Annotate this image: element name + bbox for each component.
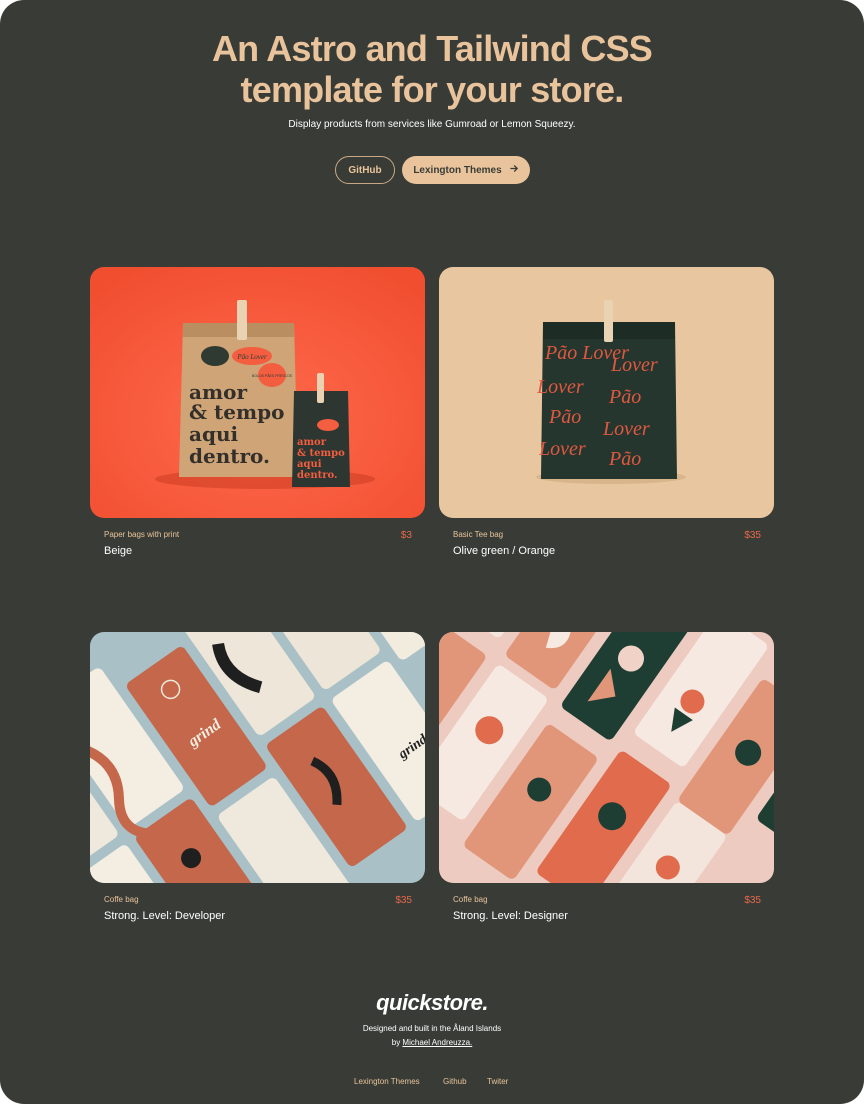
svg-text:Pão: Pão (608, 448, 641, 470)
paper-bag-logo-text: Pão Lover (236, 353, 267, 361)
product-name[interactable]: Strong. Level: Developer (104, 910, 225, 922)
paper-bag-stamp-text: BOLOS PÃES FRESCOS (252, 373, 293, 378)
hero-title: An Astro and Tailwind CSS template for y… (0, 28, 864, 110)
product-category: Paper bags with print (104, 530, 180, 539)
product-name[interactable]: Strong. Level: Designer (453, 910, 568, 922)
coffee-bags-designer-illustration (439, 632, 774, 883)
svg-text:& tempo: & tempo (297, 448, 345, 459)
svg-text:Pão: Pão (548, 406, 581, 428)
hero-title-line2: template for your store. (240, 69, 625, 110)
page-frame: An Astro and Tailwind CSS template for y… (0, 0, 864, 1104)
footer-link-twitter[interactable]: Twiter (487, 1077, 508, 1086)
paper-bag-line2: & tempo (189, 400, 284, 424)
product-name[interactable]: Olive green / Orange (453, 545, 555, 557)
footer-credit-line: Designed and built in the Åland Islands (362, 1024, 502, 1033)
hero-subtitle: Display products from services like Gumr… (288, 119, 576, 130)
svg-text:Lover: Lover (538, 438, 586, 460)
footer-link-github[interactable]: Github (443, 1077, 467, 1086)
svg-text:dentro.: dentro. (297, 470, 338, 481)
product-name[interactable]: Beige (104, 545, 132, 557)
footer-link-lexington-themes[interactable]: Lexington Themes (354, 1077, 420, 1086)
footer-logo[interactable]: quickstore. (0, 990, 864, 1016)
arrow-right-icon (509, 164, 519, 176)
paper-bag-line4: dentro. (189, 444, 270, 468)
author-link[interactable]: Michael Andreuzza. (402, 1038, 472, 1047)
github-button-label: GitHub (348, 164, 382, 176)
product-image-coffee-developer[interactable]: grind grind (90, 632, 425, 883)
product-price: $35 (744, 895, 761, 906)
svg-text:Lover: Lover (536, 376, 584, 398)
product-price: $3 (400, 530, 412, 541)
product-price: $35 (395, 895, 412, 906)
coffee-bags-developer-illustration: grind grind (90, 632, 425, 883)
svg-text:Lover: Lover (602, 418, 650, 440)
github-button[interactable]: GitHub (335, 156, 395, 184)
product-image-coffee-designer[interactable] (439, 632, 774, 883)
footer-by-text: by (391, 1038, 403, 1047)
lexington-themes-button-label: Lexington Themes (413, 164, 502, 176)
footer-author-line: by Michael Andreuzza. (0, 1038, 864, 1047)
product-price: $35 (744, 530, 761, 541)
svg-text:amor: amor (297, 437, 327, 448)
product-image-tee-bag[interactable]: Pão Lover Lover Lover Pão Pão Lover Love… (439, 267, 774, 518)
product-category: Coffe bag (453, 895, 488, 904)
hero-title-line1: An Astro and Tailwind CSS (211, 28, 653, 69)
svg-text:aqui: aqui (297, 459, 322, 470)
product-image-paper-bags[interactable]: Pão Lover BOLOS PÃES FRESCOS amor & temp… (90, 267, 425, 518)
paper-bags-illustration: Pão Lover BOLOS PÃES FRESCOS amor & temp… (90, 267, 425, 518)
paper-bag-line3: aqui (189, 422, 238, 446)
svg-text:Lover: Lover (610, 354, 658, 376)
lexington-themes-button[interactable]: Lexington Themes (402, 156, 530, 184)
product-category: Coffe bag (104, 895, 139, 904)
tee-bag-illustration: Pão Lover Lover Lover Pão Pão Lover Love… (439, 267, 774, 518)
product-category: Basic Tee bag (453, 530, 504, 539)
svg-text:Pão: Pão (608, 386, 641, 408)
